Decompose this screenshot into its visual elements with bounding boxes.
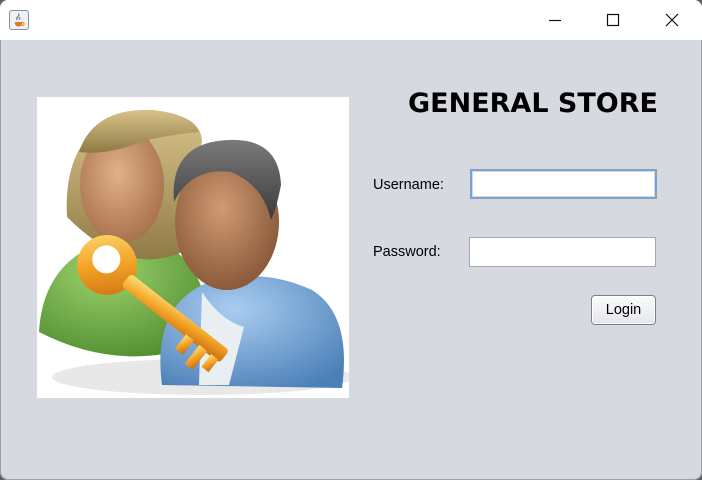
users-key-image [37, 97, 352, 398]
login-button-label: Login [605, 302, 642, 318]
minimize-icon [549, 19, 561, 22]
close-button[interactable] [643, 0, 701, 40]
title-bar[interactable] [0, 0, 702, 40]
password-label: Password: [373, 244, 441, 260]
username-field[interactable] [470, 169, 657, 199]
maximize-icon [606, 13, 620, 27]
username-label: Username: [373, 177, 444, 193]
maximize-button[interactable] [584, 0, 642, 40]
store-title: GENERAL STORE [408, 88, 658, 119]
login-button[interactable]: Login [591, 295, 656, 325]
login-window: GENERAL STORE Username: Password: Login [0, 0, 702, 480]
minimize-button[interactable] [526, 0, 584, 40]
java-cup-icon [9, 10, 29, 30]
password-field[interactable] [469, 237, 656, 267]
users-key-icon [39, 109, 352, 395]
close-icon [665, 13, 679, 27]
